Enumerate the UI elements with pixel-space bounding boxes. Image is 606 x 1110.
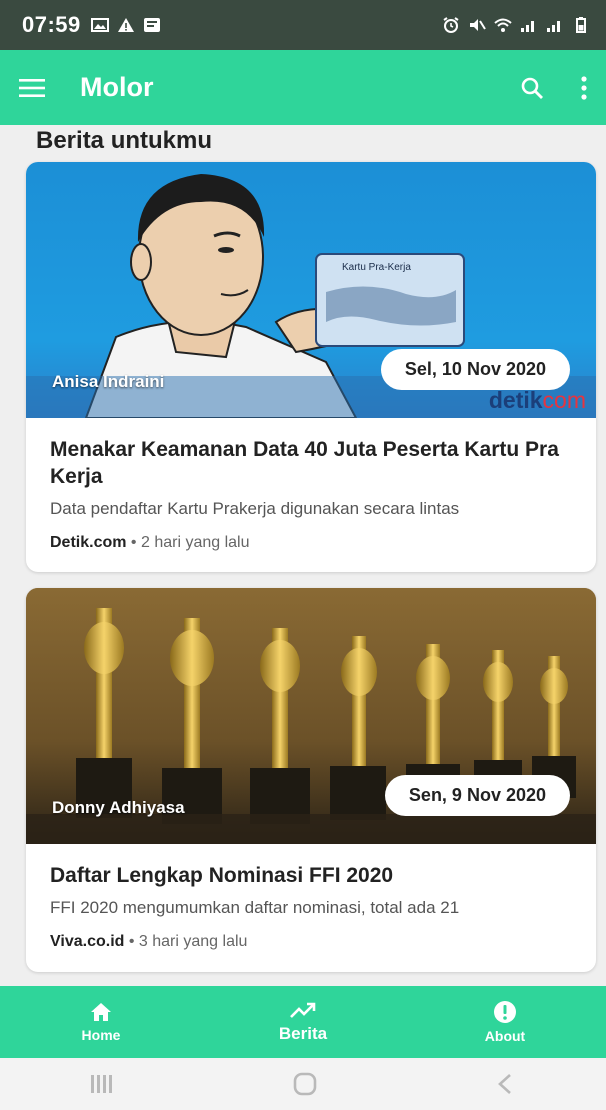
article-time: 3 hari yang lalu xyxy=(138,933,248,950)
signal-icon xyxy=(521,21,534,32)
card-image-text: Kartu Pra-Kerja xyxy=(342,262,411,273)
status-bar: 07:59 xyxy=(0,0,606,50)
search-button[interactable] xyxy=(502,50,562,125)
app-title: Molor xyxy=(80,72,154,102)
alarm-icon xyxy=(443,17,459,33)
nav-label: Berita xyxy=(278,1024,328,1043)
news-card[interactable]: Donny Adhiyasa Sen, 9 Nov 2020 Daftar Le… xyxy=(26,588,596,972)
section-title: Berita untukmu xyxy=(36,127,213,154)
menu-icon xyxy=(19,78,45,97)
meta-separator: • xyxy=(130,534,141,551)
article-source: Detik.com xyxy=(50,534,127,551)
logo-main: detik xyxy=(488,387,543,413)
article-snippet: FFI 2020 mengumumkan daftar nominasi, to… xyxy=(50,898,460,917)
warning-icon xyxy=(117,18,134,32)
menu-button[interactable] xyxy=(0,50,64,125)
article-title: Daftar Lengkap Nominasi FFI 2020 xyxy=(50,864,394,887)
battery-icon xyxy=(576,17,586,33)
info-icon xyxy=(494,1001,516,1023)
article-meta: Viva.co.id • 3 hari yang lalu xyxy=(50,933,572,951)
article-meta: Detik.com • 2 hari yang lalu xyxy=(50,534,572,552)
back-icon[interactable] xyxy=(495,1073,517,1095)
news-card[interactable]: Kartu Pra-Kerja Anisa Indraini Sel, 10 N… xyxy=(26,162,596,572)
message-icon xyxy=(143,18,160,32)
search-icon xyxy=(521,77,543,99)
nav-item-about[interactable]: About xyxy=(404,986,606,1058)
more-options-button[interactable] xyxy=(562,50,606,125)
article-author: Donny Adhiyasa xyxy=(52,798,185,817)
signal-icon-2 xyxy=(547,21,560,32)
app-bar: Molor xyxy=(0,50,606,125)
recent-apps-icon[interactable] xyxy=(89,1073,115,1095)
home-button-icon[interactable] xyxy=(292,1071,318,1097)
news-image: Kartu Pra-Kerja Anisa Indraini Sel, 10 N… xyxy=(26,162,596,418)
nav-label: About xyxy=(484,1028,526,1044)
article-author: Anisa Indraini xyxy=(52,372,165,391)
wifi-icon xyxy=(494,18,512,32)
system-navigation xyxy=(0,1058,606,1110)
trending-icon xyxy=(290,1002,316,1018)
bottom-navigation: Home Berita About xyxy=(0,986,606,1058)
news-image: Donny Adhiyasa Sen, 9 Nov 2020 xyxy=(26,588,596,844)
card-body: Menakar Keamanan Data 40 Juta Peserta Ka… xyxy=(26,418,596,552)
gallery-icon xyxy=(90,18,109,32)
status-time: 07:59 xyxy=(22,12,81,37)
article-title: Menakar Keamanan Data 40 Juta Peserta Ka… xyxy=(50,438,559,488)
more-vert-icon xyxy=(581,75,587,100)
nav-item-berita[interactable]: Berita xyxy=(202,986,404,1058)
article-date: Sen, 9 Nov 2020 xyxy=(384,775,570,816)
logo-suffix: com xyxy=(542,387,586,413)
article-time: 2 hari yang lalu xyxy=(140,534,250,551)
card-body: Daftar Lengkap Nominasi FFI 2020 FFI 202… xyxy=(26,844,596,951)
nav-label: Home xyxy=(81,1027,121,1043)
article-source: Viva.co.id xyxy=(50,933,125,950)
home-icon xyxy=(91,1003,111,1021)
source-logo: detikcom xyxy=(489,387,586,414)
nav-item-home[interactable]: Home xyxy=(0,986,202,1058)
article-date: Sel, 10 Nov 2020 xyxy=(380,349,570,390)
article-snippet: Data pendaftar Kartu Prakerja digunakan … xyxy=(50,499,460,518)
mute-icon xyxy=(470,19,486,31)
meta-separator: • xyxy=(128,933,139,950)
